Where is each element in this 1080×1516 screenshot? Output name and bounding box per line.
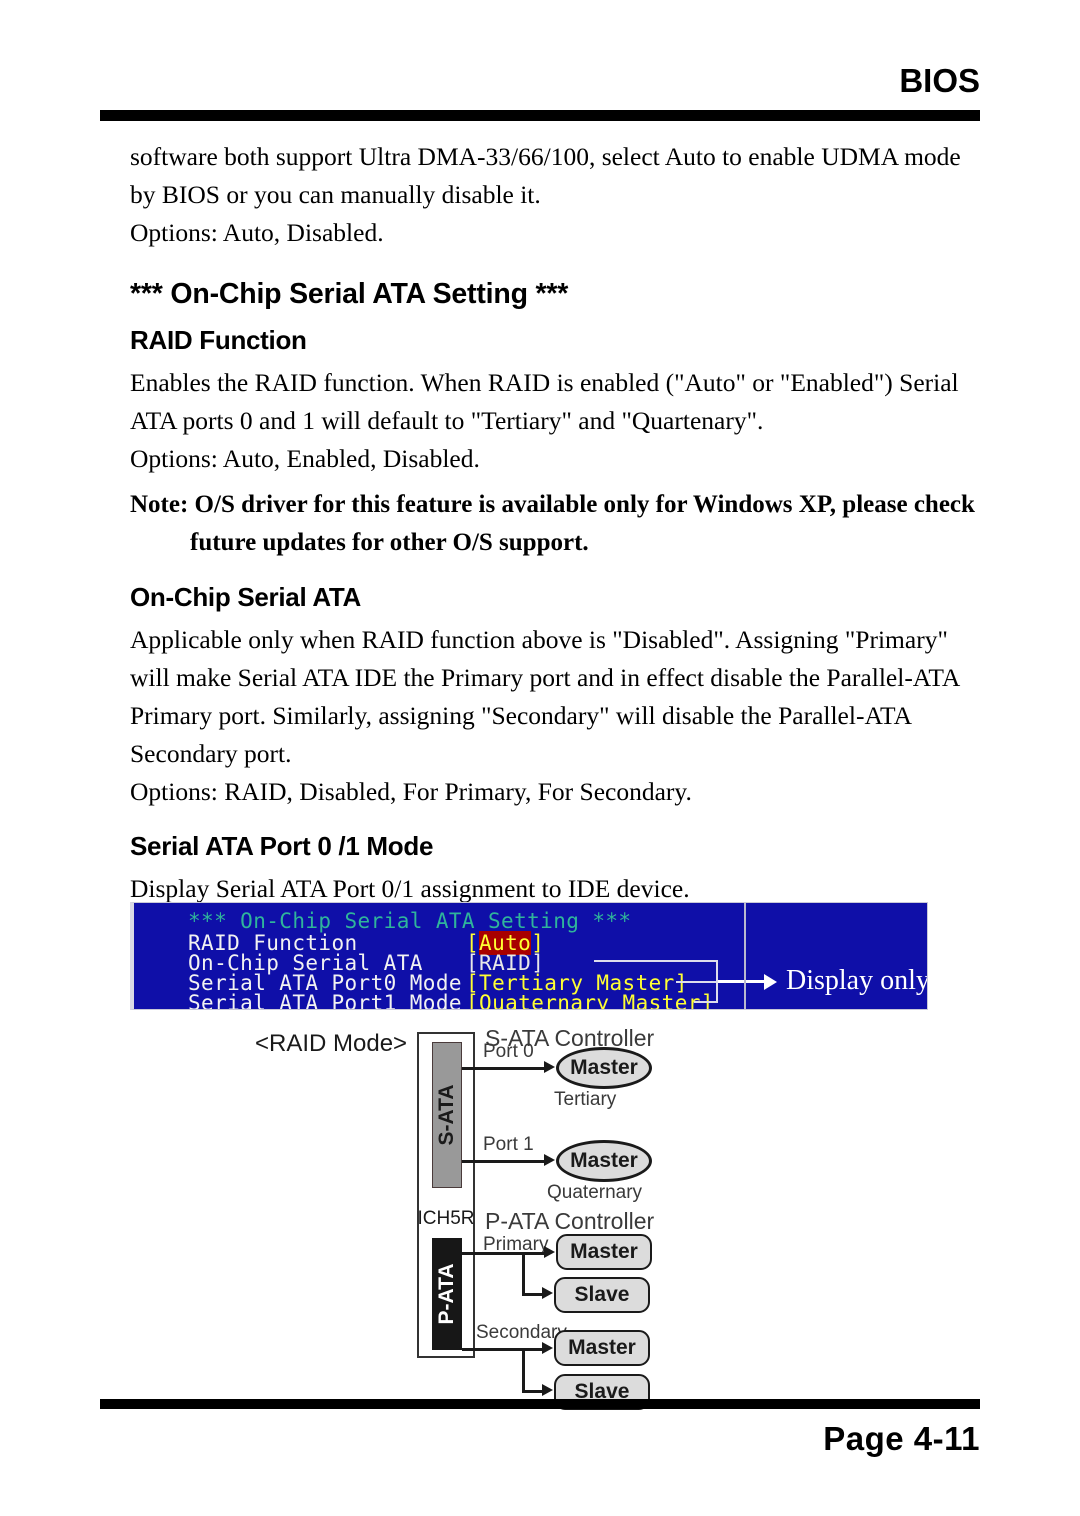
note-line-2: future updates for other O/S support. (190, 529, 589, 556)
pata-interface-block: P-ATA (432, 1238, 462, 1350)
pata-primary-master-arrow-icon (544, 1246, 555, 1258)
sata-port1-assignment-label: Quaternary (547, 1182, 643, 1203)
pata-primary-connector-line (462, 1252, 546, 1255)
pata-primary-slave-connector-line (522, 1293, 544, 1296)
document-content: software both support Ultra DMA-33/66/10… (130, 138, 990, 960)
node-pata-secondary-master: Master (554, 1330, 650, 1366)
onchip-serial-ata-description: Applicable only when RAID function above… (130, 625, 959, 768)
sata-interface-block: S-ATA (432, 1042, 462, 1188)
sata-port0-label: Port 0 (483, 1041, 534, 1062)
node-pata-primary-slave: Slave (554, 1277, 650, 1313)
pata-secondary-slave-connector-line (522, 1390, 544, 1393)
callout-arrow-shaft (718, 980, 766, 983)
section-title-onchip-serial-ata: *** On-Chip Serial ATA Setting *** (130, 278, 569, 310)
pata-secondary-connector-line (462, 1348, 546, 1351)
sata-interface-block-label: S-ATA (435, 1084, 458, 1146)
sata-port0-connector-line (462, 1067, 546, 1070)
pata-primary-slave-arrow-icon (542, 1287, 553, 1299)
diagram-mode-label: <RAID Mode> (255, 1030, 408, 1057)
bios-screen-title: *** On-Chip Serial ATA Setting *** (188, 909, 632, 933)
note-line-1: Note: O/S driver for this feature is ava… (130, 491, 975, 518)
raid-function-options: Options: Auto, Enabled, Disabled. (130, 444, 480, 473)
pata-controller-title: P-ATA Controller (485, 1208, 655, 1234)
header-divider-rule (100, 110, 980, 121)
node-pata-primary-master: Master (556, 1234, 652, 1270)
callout-line-row4 (694, 1001, 718, 1003)
pata-secondary-master-arrow-icon (542, 1342, 553, 1354)
intro-options-line: Options: Auto, Disabled. (130, 218, 384, 247)
pata-secondary-slave-arrow-icon (542, 1384, 553, 1396)
pata-primary-branch-vertical (522, 1252, 525, 1295)
intro-paragraph: software both support Ultra DMA-33/66/10… (130, 142, 961, 209)
pata-interface-block-label: P-ATA (435, 1263, 458, 1325)
subsection-onchip-serial-ata: On-Chip Serial ATA (130, 582, 362, 612)
subsection-raid-function: RAID Function (130, 325, 307, 355)
callout-line-row2 (594, 960, 718, 962)
ich5r-chip-label: ICH5R (417, 1208, 475, 1229)
bracket-open: [ (466, 991, 480, 1010)
callout-line-row3 (676, 981, 718, 983)
bios-setup-screenshot: *** On-Chip Serial ATA Setting *** RAID … (130, 902, 928, 1010)
bios-row-value-port1-mode: [Quaternary Master] (466, 991, 714, 1010)
display-only-annotation: Display only (786, 965, 928, 996)
pata-secondary-branch-vertical (522, 1348, 525, 1392)
node-sata-port0-master: Master (556, 1047, 652, 1089)
page-header-title: BIOS (899, 62, 980, 99)
callout-arrow-icon (764, 974, 777, 990)
node-sata-port1-master: Master (556, 1140, 652, 1182)
footer-page-number: Page 4-11 (823, 1420, 980, 1457)
bios-screen-vertical-divider (744, 903, 746, 1009)
raid-function-description: Enables the RAID function. When RAID is … (130, 368, 959, 435)
sata-port0-arrow-icon (544, 1061, 555, 1073)
sata-port1-arrow-icon (544, 1154, 555, 1166)
sata-port0-assignment-label: Tertiary (554, 1089, 617, 1110)
subsection-serial-ata-port-mode: Serial ATA Port 0 /1 Mode (130, 831, 434, 861)
sata-port1-connector-line (462, 1160, 546, 1163)
bios-row-label-port1-mode: Serial ATA Port1 Mode (188, 991, 462, 1010)
footer-divider-rule (100, 1399, 980, 1409)
bios-screen-inner: *** On-Chip Serial ATA Setting *** RAID … (136, 903, 927, 1009)
sata-port1-label: Port 1 (483, 1134, 534, 1155)
onchip-serial-ata-options: Options: RAID, Disabled, For Primary, Fo… (130, 777, 692, 806)
raid-mode-block-diagram: <RAID Mode> ICH5R S-ATA P-ATA S-ATA Cont… (130, 1012, 690, 1410)
bios-value-text: Quaternary Master (479, 991, 701, 1010)
